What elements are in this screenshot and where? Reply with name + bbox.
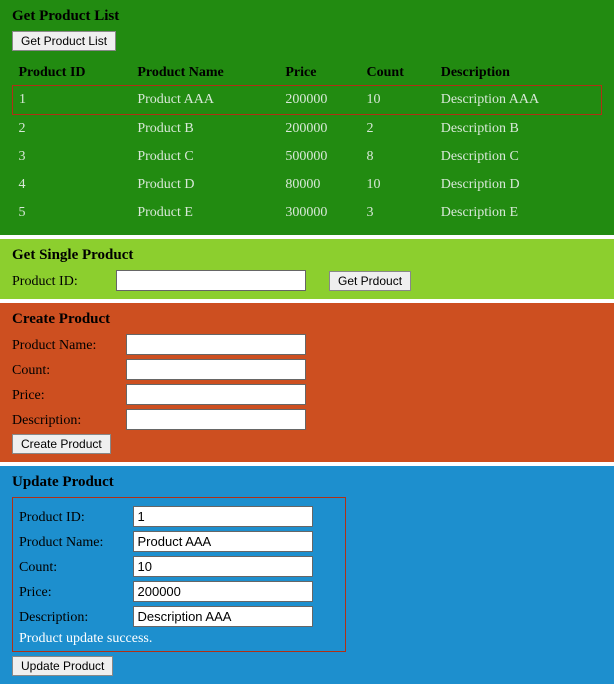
update-price-label: Price:: [19, 585, 129, 601]
create-desc-label: Description:: [12, 413, 122, 429]
create-count-label: Count:: [12, 363, 122, 379]
get-product-list-button[interactable]: Get Product List: [12, 31, 116, 51]
cell-price: 200000: [279, 86, 360, 115]
table-row[interactable]: 4 Product D 80000 10 Description D: [13, 171, 602, 199]
cell-name: Product AAA: [131, 86, 279, 115]
cell-count: 10: [361, 171, 435, 199]
product-id-label: Product ID:: [12, 274, 112, 290]
cell-desc: Description D: [435, 171, 602, 199]
product-table: Product ID Product Name Price Count Desc…: [12, 61, 602, 227]
table-row[interactable]: 2 Product B 200000 2 Description B: [13, 115, 602, 144]
cell-desc: Description C: [435, 143, 602, 171]
update-price-input[interactable]: [133, 581, 313, 602]
update-id-label: Product ID:: [19, 510, 129, 526]
update-count-input[interactable]: [133, 556, 313, 577]
update-title: Update Product: [12, 474, 602, 491]
update-status-message: Product update success.: [19, 631, 339, 647]
col-price: Price: [279, 61, 360, 86]
create-title: Create Product: [12, 311, 602, 328]
create-desc-input[interactable]: [126, 409, 306, 430]
cell-id: 5: [13, 199, 132, 227]
update-name-label: Product Name:: [19, 535, 129, 551]
update-name-input[interactable]: [133, 531, 313, 552]
create-name-input[interactable]: [126, 334, 306, 355]
create-price-label: Price:: [12, 388, 122, 404]
cell-price: 80000: [279, 171, 360, 199]
col-count: Count: [361, 61, 435, 86]
update-desc-input[interactable]: [133, 606, 313, 627]
update-count-label: Count:: [19, 560, 129, 576]
table-row[interactable]: 1 Product AAA 200000 10 Description AAA: [13, 86, 602, 115]
cell-count: 2: [361, 115, 435, 144]
update-id-input[interactable]: [133, 506, 313, 527]
cell-count: 8: [361, 143, 435, 171]
cell-id: 4: [13, 171, 132, 199]
cell-desc: Description E: [435, 199, 602, 227]
table-row[interactable]: 5 Product E 300000 3 Description E: [13, 199, 602, 227]
get-single-product-panel: Get Single Product Product ID: Get Prdou…: [0, 239, 614, 299]
cell-id: 1: [13, 86, 132, 115]
create-product-panel: Create Product Product Name: Count: Pric…: [0, 303, 614, 462]
update-product-panel: Update Product Product ID: Product Name:…: [0, 466, 614, 684]
create-price-input[interactable]: [126, 384, 306, 405]
update-product-button[interactable]: Update Product: [12, 656, 113, 676]
cell-price: 500000: [279, 143, 360, 171]
col-description: Description: [435, 61, 602, 86]
cell-name: Product B: [131, 115, 279, 144]
col-product-name: Product Name: [131, 61, 279, 86]
update-form-box: Product ID: Product Name: Count: Price: …: [12, 497, 346, 652]
create-product-button[interactable]: Create Product: [12, 434, 111, 454]
cell-name: Product E: [131, 199, 279, 227]
get-list-title: Get Product List: [12, 8, 602, 25]
cell-name: Product C: [131, 143, 279, 171]
cell-name: Product D: [131, 171, 279, 199]
table-row[interactable]: 3 Product C 500000 8 Description C: [13, 143, 602, 171]
cell-price: 300000: [279, 199, 360, 227]
create-count-input[interactable]: [126, 359, 306, 380]
col-product-id: Product ID: [13, 61, 132, 86]
cell-id: 3: [13, 143, 132, 171]
product-id-input[interactable]: [116, 270, 306, 291]
get-product-button[interactable]: Get Prdouct: [329, 271, 411, 291]
create-name-label: Product Name:: [12, 338, 122, 354]
update-desc-label: Description:: [19, 610, 129, 626]
get-product-list-panel: Get Product List Get Product List Produc…: [0, 0, 614, 235]
get-single-title: Get Single Product: [12, 247, 602, 264]
cell-desc: Description B: [435, 115, 602, 144]
cell-id: 2: [13, 115, 132, 144]
cell-desc: Description AAA: [435, 86, 602, 115]
cell-count: 3: [361, 199, 435, 227]
cell-count: 10: [361, 86, 435, 115]
cell-price: 200000: [279, 115, 360, 144]
